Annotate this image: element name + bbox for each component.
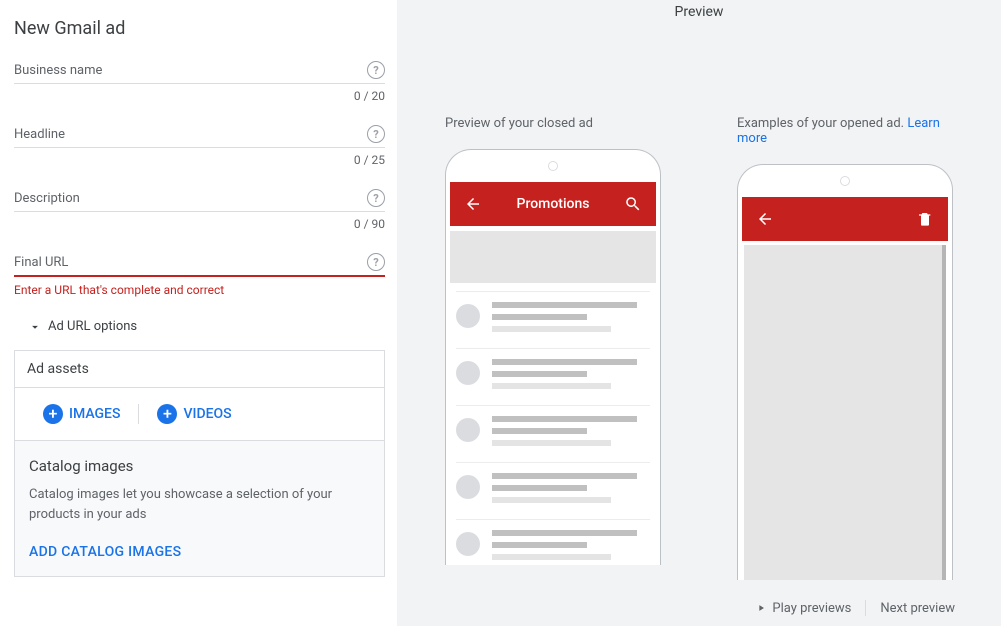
back-arrow-icon — [756, 210, 774, 228]
help-icon[interactable]: ? — [367, 189, 385, 207]
videos-label: VIDEOS — [183, 406, 231, 422]
help-icon[interactable]: ? — [367, 125, 385, 143]
closed-ad-label: Preview of your closed ad — [445, 116, 661, 131]
catalog-title: Catalog images — [29, 457, 370, 475]
add-catalog-images-button[interactable]: ADD CATALOG IMAGES — [29, 544, 181, 560]
final-url-error: Enter a URL that's complete and correct — [14, 283, 385, 297]
play-icon — [756, 603, 766, 613]
images-button[interactable]: + IMAGES — [25, 404, 139, 424]
ad-url-options-label: Ad URL options — [48, 319, 137, 334]
list-item — [456, 348, 650, 405]
plus-icon: + — [43, 404, 63, 424]
headline-field[interactable]: Headline ? 0 / 25 — [14, 125, 385, 167]
promotions-title: Promotions — [517, 196, 590, 212]
plus-icon: + — [157, 404, 177, 424]
description-field[interactable]: Description ? 0 / 90 — [14, 189, 385, 231]
business-name-label: Business name — [14, 63, 367, 78]
chevron-down-icon — [28, 320, 42, 334]
help-icon[interactable]: ? — [367, 61, 385, 79]
preview-header: Preview — [397, 0, 1001, 26]
list-item — [456, 519, 650, 565]
opened-ad-preview — [737, 164, 953, 580]
back-arrow-icon — [464, 195, 482, 213]
trash-icon — [916, 210, 934, 228]
search-icon — [624, 195, 642, 213]
list-item — [456, 291, 650, 348]
business-name-counter: 0 / 20 — [14, 89, 385, 103]
catalog-images-box: Catalog images Catalog images let you sh… — [14, 441, 385, 577]
business-name-field[interactable]: Business name ? 0 / 20 — [14, 61, 385, 103]
ad-assets-header: Ad assets — [14, 350, 385, 387]
help-icon[interactable]: ? — [367, 253, 385, 271]
final-url-label: Final URL — [14, 255, 367, 270]
list-item — [456, 462, 650, 519]
page-title: New Gmail ad — [14, 18, 385, 39]
play-previews-button[interactable]: Play previews — [742, 601, 865, 616]
description-counter: 0 / 90 — [14, 217, 385, 231]
opened-ad-label: Examples of your opened ad. Learn more — [737, 116, 953, 146]
videos-button[interactable]: + VIDEOS — [139, 404, 249, 424]
list-item — [456, 405, 650, 462]
catalog-description: Catalog images let you showcase a select… — [29, 485, 370, 524]
final-url-field[interactable]: Final URL ? Enter a URL that's complete … — [14, 253, 385, 297]
headline-label: Headline — [14, 127, 367, 142]
closed-ad-preview: Promotions — [445, 149, 661, 565]
headline-counter: 0 / 25 — [14, 153, 385, 167]
ad-url-options-toggle[interactable]: Ad URL options — [28, 319, 385, 334]
description-label: Description — [14, 191, 367, 206]
next-preview-button[interactable]: Next preview — [866, 601, 969, 616]
images-label: IMAGES — [69, 406, 120, 422]
